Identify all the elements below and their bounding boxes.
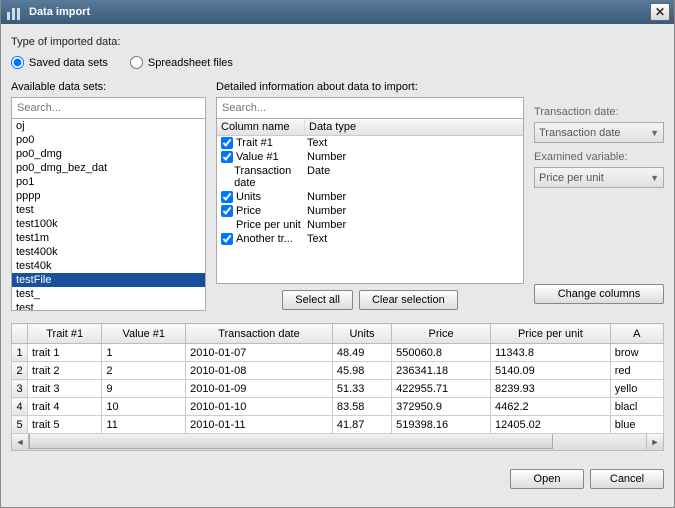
- column-row[interactable]: Transaction dateDate: [217, 164, 523, 190]
- dataset-list[interactable]: ojpo0po0_dmgpo0_dmg_bez_datpo1pppptestte…: [11, 119, 206, 311]
- close-icon[interactable]: ✕: [650, 3, 670, 21]
- list-item[interactable]: test__: [12, 301, 205, 311]
- column-checkbox[interactable]: [221, 137, 233, 149]
- search-datasets-input[interactable]: [11, 97, 206, 119]
- table-row[interactable]: 1trait 112010-01-0748.49550060.811343.8b…: [12, 344, 664, 362]
- table-row[interactable]: 3trait 392010-01-0951.33422955.718239.93…: [12, 380, 664, 398]
- chevron-down-icon: ▼: [650, 128, 659, 138]
- column-checkbox[interactable]: [221, 191, 233, 203]
- preview-header[interactable]: Price per unit: [491, 324, 611, 344]
- column-row[interactable]: UnitsNumber: [217, 190, 523, 204]
- preview-table[interactable]: Trait #1Value #1Transaction dateUnitsPri…: [11, 323, 664, 434]
- list-item[interactable]: test_: [12, 287, 205, 301]
- available-label: Available data sets:: [11, 81, 206, 93]
- list-item[interactable]: po0_dmg_bez_dat: [12, 161, 205, 175]
- preview-header[interactable]: A: [610, 324, 663, 344]
- select-all-button[interactable]: Select all: [282, 290, 353, 310]
- list-item[interactable]: test1m: [12, 231, 205, 245]
- column-checkbox[interactable]: [221, 151, 233, 163]
- cancel-button[interactable]: Cancel: [590, 469, 664, 489]
- list-item[interactable]: oj: [12, 119, 205, 133]
- preview-header[interactable]: Value #1: [102, 324, 186, 344]
- table-row[interactable]: 4trait 4102010-01-1083.58372950.94462.2b…: [12, 398, 664, 416]
- list-item[interactable]: test100k: [12, 217, 205, 231]
- examined-variable-label: Examined variable:: [534, 151, 664, 163]
- detail-label: Detailed information about data to impor…: [216, 81, 524, 93]
- search-columns-input[interactable]: [216, 97, 524, 119]
- examined-variable-combo[interactable]: Price per unit▼: [534, 167, 664, 188]
- chevron-down-icon: ▼: [650, 173, 659, 183]
- window-title: Data import: [29, 6, 90, 18]
- list-item[interactable]: testFile: [12, 273, 205, 287]
- col-header-name: Column name: [217, 119, 305, 135]
- list-item[interactable]: po1: [12, 175, 205, 189]
- column-row[interactable]: PriceNumber: [217, 204, 523, 218]
- radio-saved[interactable]: Saved data sets: [11, 56, 108, 69]
- columns-grid[interactable]: Column name Data type Trait #1TextValue …: [216, 119, 524, 284]
- scroll-right-icon[interactable]: ►: [646, 434, 663, 449]
- list-item[interactable]: po0: [12, 133, 205, 147]
- list-item[interactable]: test40k: [12, 259, 205, 273]
- column-row[interactable]: Another tr...Text: [217, 232, 523, 246]
- column-row[interactable]: Value #1Number: [217, 150, 523, 164]
- preview-header[interactable]: Trait #1: [28, 324, 102, 344]
- column-checkbox[interactable]: [221, 205, 233, 217]
- titlebar: Data import ✕: [1, 0, 674, 24]
- list-item[interactable]: test: [12, 203, 205, 217]
- radio-spreadsheet[interactable]: Spreadsheet files: [130, 56, 233, 69]
- preview-header[interactable]: Units: [332, 324, 391, 344]
- horizontal-scrollbar[interactable]: ◄ ►: [11, 434, 664, 451]
- open-button[interactable]: Open: [510, 469, 584, 489]
- column-row[interactable]: Price per unitNumber: [217, 218, 523, 232]
- preview-header[interactable]: Price: [392, 324, 491, 344]
- list-item[interactable]: po0_dmg: [12, 147, 205, 161]
- list-item[interactable]: pppp: [12, 189, 205, 203]
- column-row[interactable]: Trait #1Text: [217, 136, 523, 150]
- preview-header[interactable]: Transaction date: [186, 324, 333, 344]
- table-row[interactable]: 5trait 5112010-01-1141.87519398.1612405.…: [12, 416, 664, 434]
- change-columns-button[interactable]: Change columns: [534, 284, 664, 304]
- clear-selection-button[interactable]: Clear selection: [359, 290, 458, 310]
- scroll-left-icon[interactable]: ◄: [12, 434, 29, 449]
- scroll-thumb[interactable]: [29, 434, 553, 449]
- column-checkbox[interactable]: [221, 233, 233, 245]
- list-item[interactable]: test400k: [12, 245, 205, 259]
- app-icon: [7, 4, 23, 20]
- table-row[interactable]: 2trait 222010-01-0845.98236341.185140.09…: [12, 362, 664, 380]
- col-header-type: Data type: [305, 119, 360, 135]
- transaction-date-label: Transaction date:: [534, 106, 664, 118]
- type-label: Type of imported data:: [11, 36, 664, 48]
- transaction-date-combo[interactable]: Transaction date▼: [534, 122, 664, 143]
